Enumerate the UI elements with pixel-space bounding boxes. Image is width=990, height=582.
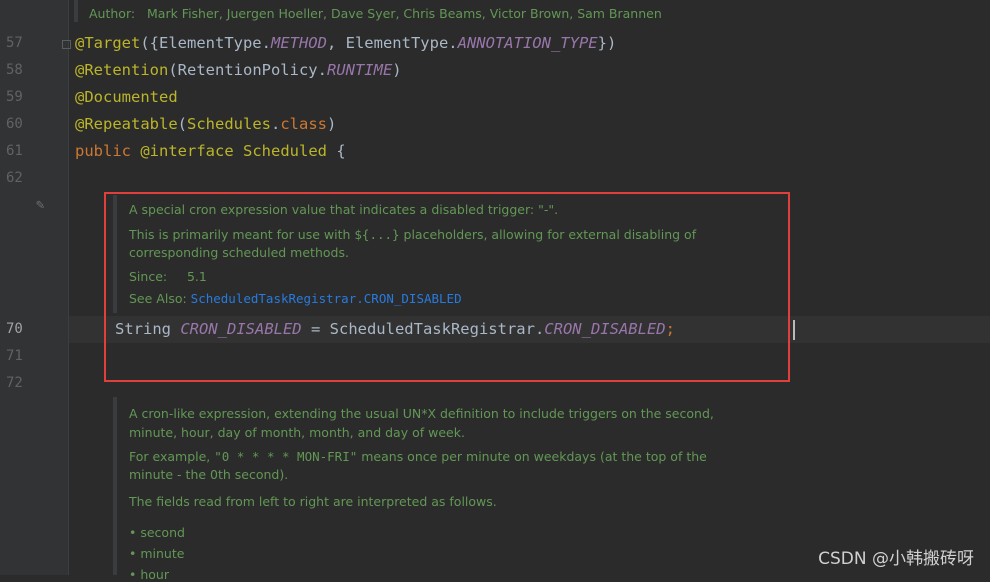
code-line-57[interactable]: @Target({ElementType.METHOD, ElementType…: [75, 30, 616, 57]
line-number[interactable]: 58: [6, 57, 26, 84]
enum-constant: METHOD: [270, 34, 327, 52]
code-text: .: [271, 115, 281, 133]
doc-comment-bar: [113, 397, 117, 575]
gutter-divider: [68, 0, 69, 575]
code-text: ): [327, 115, 337, 133]
text-caret: [793, 320, 795, 340]
doc-line: A cron-like expression, extending the us…: [129, 406, 714, 421]
code-text: {: [327, 142, 346, 160]
annotation: @Retention: [75, 61, 169, 79]
doc-text: For example,: [129, 449, 215, 464]
author-label: Author:: [89, 6, 136, 21]
watermark: CSDN @小韩搬砖呀: [818, 549, 974, 569]
code-text: }): [597, 34, 617, 52]
annotation: @Repeatable: [75, 115, 178, 133]
enum-constant: RUNTIME: [326, 61, 393, 79]
bullet-text: minute: [140, 546, 185, 561]
code-text: , ElementType.: [326, 34, 458, 52]
line-number[interactable]: 60: [6, 111, 26, 138]
red-highlight-box: [104, 192, 790, 382]
bullet-text: second: [140, 525, 185, 540]
line-number[interactable]: 72: [6, 370, 26, 397]
annotation: @interface: [140, 142, 234, 160]
keyword: class: [280, 115, 328, 133]
doc-line: For example, "0 * * * * MON-FRI" means o…: [129, 449, 707, 464]
keyword: public: [75, 142, 131, 160]
code-line-60[interactable]: @Repeatable(Schedules.class): [75, 111, 336, 138]
edit-pencil-icon[interactable]: ✎: [36, 197, 44, 213]
doc-text: means once per minute on weekdays (at th…: [357, 449, 707, 464]
class-name: Schedules: [187, 115, 271, 133]
code-line-61[interactable]: public @interface Scheduled {: [75, 138, 346, 165]
doc-line: The fields read from left to right are i…: [129, 494, 497, 509]
code-text: ({ElementType.: [140, 34, 271, 52]
annotation: @Target: [75, 34, 141, 52]
author-doc: Author: Mark Fisher, Juergen Hoeller, Da…: [89, 6, 662, 21]
line-number[interactable]: 71: [6, 343, 26, 370]
code-text: (RetentionPolicy.: [168, 61, 327, 79]
doc-comment-bar: [74, 0, 78, 22]
author-value: Mark Fisher, Juergen Hoeller, Dave Syer,…: [147, 6, 662, 21]
line-number-current[interactable]: 70: [6, 316, 26, 343]
line-number[interactable]: 62: [6, 165, 26, 192]
line-number[interactable]: 61: [6, 138, 26, 165]
code-line-58[interactable]: @Retention(RetentionPolicy.RUNTIME): [75, 57, 402, 84]
doc-line: minute, hour, day of month, month, and d…: [129, 425, 465, 440]
code-text: (: [177, 115, 187, 133]
annotation: @Documented: [75, 88, 178, 106]
code-text: ): [392, 61, 402, 79]
code-line-59[interactable]: @Documented: [75, 84, 178, 111]
enum-constant: ANNOTATION_TYPE: [457, 34, 598, 52]
line-number[interactable]: 57: [6, 30, 26, 57]
fold-marker-icon[interactable]: [62, 40, 71, 49]
doc-line: minute - the 0th second).: [129, 467, 289, 482]
line-number[interactable]: 59: [6, 84, 26, 111]
doc-bullet: • minute: [129, 546, 185, 561]
doc-code: "0 * * * * MON-FRI": [214, 449, 358, 464]
doc-bullet: • second: [129, 525, 185, 540]
class-name: Scheduled: [243, 142, 328, 160]
